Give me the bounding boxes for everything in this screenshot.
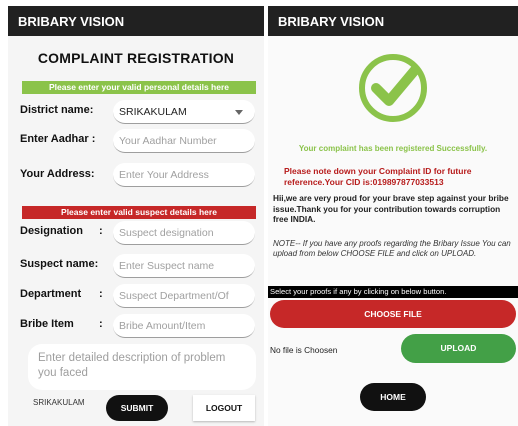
district-footer: SRIKAKULAM [33,398,85,407]
choose-file-button[interactable]: CHOOSE FILE [270,300,516,328]
app-title: BRIBARY VISION [18,13,125,29]
bribe-item-label: Bribe Item [20,318,74,330]
district-value: SRIKAKULAM [119,106,187,118]
suspect-name-input[interactable]: Enter Suspect name [113,254,255,278]
upload-button[interactable]: UPLOAD [401,334,516,363]
bribe-item-colon: : [99,318,103,330]
logout-button[interactable]: LOGOUT [193,395,255,421]
success-message: Your complaint has been registered Succe… [298,144,488,153]
home-button[interactable]: HOME [360,383,426,411]
upload-note: NOTE-- If you have any proofs regarding … [273,239,511,258]
select-proofs-bar: Select your proofs if any by clicking on… [268,286,518,298]
department-label: Department [20,288,82,300]
designation-colon: : [99,225,103,237]
submit-button[interactable]: SUBMIT [106,395,168,421]
aadhar-input[interactable]: Your Aadhar Number [113,129,255,153]
address-input[interactable]: Enter Your Address [113,163,255,187]
app-title: BRIBARY VISION [278,13,385,29]
district-label: District name: [20,104,94,116]
description-textarea[interactable]: Enter detailed description of problem yo… [28,344,256,390]
designation-label: Designation [20,225,83,237]
chevron-down-icon [235,110,243,115]
suspect-name-label: Suspect name: [20,258,99,270]
check-circle-icon [359,54,427,122]
aadhar-label: Enter Aadhar : [20,133,96,145]
app-bar: BRIBARY VISION [268,6,518,36]
address-label: Your Address: [20,168,95,180]
complaint-registration-screen: BRIBARY VISION COMPLAINT REGISTRATION Pl… [8,6,264,426]
form-title: COMPLAINT REGISTRATION [37,50,235,66]
department-colon: : [99,288,103,300]
personal-details-banner: Please enter your valid personal details… [22,81,256,94]
thanks-message: Hii,we are very proud for your brave ste… [273,193,509,224]
app-bar: BRIBARY VISION [8,6,264,36]
complaint-id-message: Please note down your Complaint ID for f… [284,166,472,187]
bribe-item-input[interactable]: Bribe Amount/Item [113,314,255,338]
district-dropdown[interactable]: SRIKAKULAM [113,100,255,124]
designation-input[interactable]: Suspect designation [113,221,255,245]
department-input[interactable]: Suspect Department/Of [113,284,255,308]
file-status-text: No file is Choosen [270,345,338,355]
suspect-details-banner: Please enter valid suspect details here [22,206,256,219]
complaint-success-screen: BRIBARY VISION Your complaint has been r… [268,6,518,426]
